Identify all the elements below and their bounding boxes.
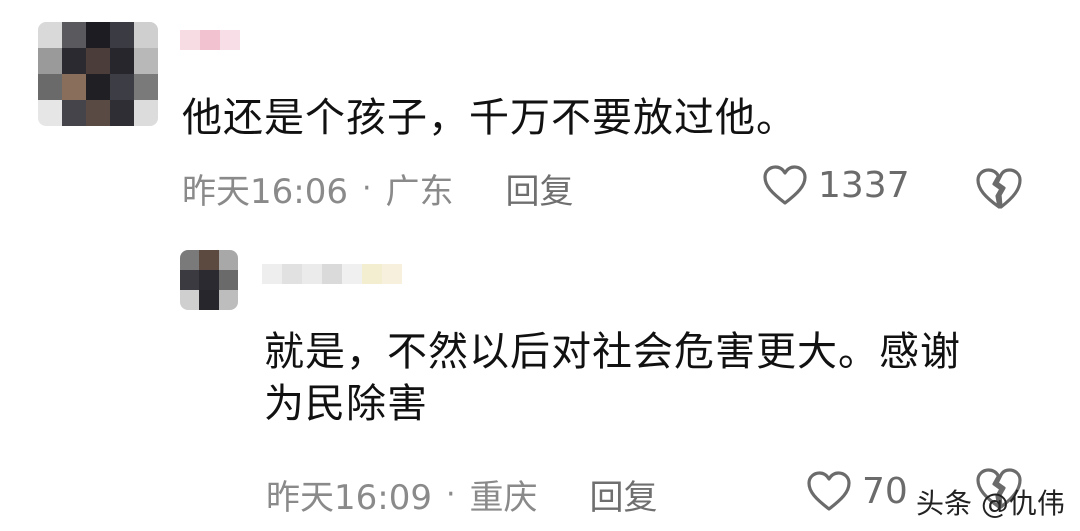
like-count: 1337 [818,164,910,206]
reply-button[interactable]: 回复 [506,164,574,213]
broken-heart-icon [976,168,1022,209]
reply-button[interactable]: 回复 [590,470,658,519]
comment-text-2: 就是，不然以后对社会危害更大。感谢 为民除害 [264,326,961,430]
comment-location: 重庆 [469,478,538,518]
separator-dot: · [361,171,372,206]
comment-location: 广东 [385,172,454,212]
comment-text-1: 他还是个孩子，千万不要放过他。 [182,95,797,141]
like-button[interactable]: 70 [806,470,908,512]
watermark: 头条 @仇伟 [916,487,1065,520]
comment-text-line-1: 就是，不然以后对社会危害更大。感谢 [264,329,961,375]
separator-dot: · [445,477,456,512]
avatar-2[interactable] [180,250,238,310]
avatar-1[interactable] [38,22,158,126]
heart-outline-icon [807,471,851,511]
comment-time: 昨天16:06 [182,172,348,212]
comment-meta-2: 昨天16:09 · 重庆 回复 [266,470,658,519]
username-1[interactable] [180,30,240,50]
heart-outline-icon [763,165,807,205]
comment-meta-1: 昨天16:06 · 广东 回复 [182,164,574,213]
comment-time: 昨天16:09 [266,478,432,518]
like-button[interactable]: 1337 [762,164,910,206]
dislike-button[interactable] [974,166,1024,214]
comment-1: 他还是个孩子，千万不要放过他。 昨天16:06 · 广东 回复 1337 [0,0,1080,230]
like-count: 70 [862,470,908,512]
username-2[interactable] [262,264,402,284]
comment-text-line-2: 为民除害 [264,381,428,427]
